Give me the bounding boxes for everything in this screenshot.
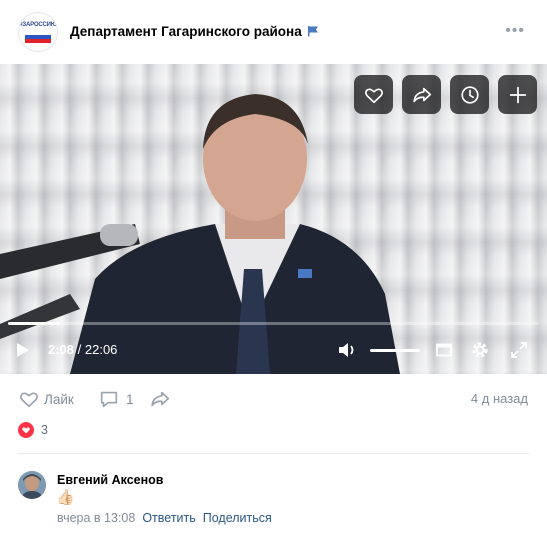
like-label: Лайк: [44, 391, 74, 407]
like-button[interactable]: Лайк: [18, 388, 74, 410]
likes-summary[interactable]: 3: [18, 422, 48, 438]
volume-slider[interactable]: [370, 349, 420, 352]
verified-flag-icon: [308, 26, 318, 37]
play-button[interactable]: [12, 340, 34, 360]
settings-button[interactable]: [468, 339, 492, 361]
time-separator: /: [74, 342, 85, 357]
miniplayer-button[interactable]: [434, 340, 454, 360]
heart-outline-icon: [20, 392, 38, 408]
current-time: 2:08: [48, 342, 75, 357]
watch-later-button[interactable]: [450, 75, 489, 114]
total-time: 22:06: [84, 342, 118, 357]
plus-icon: [509, 86, 526, 103]
likes-count: 3: [41, 423, 48, 437]
volume-icon: [339, 343, 354, 357]
like-video-button[interactable]: [354, 75, 393, 114]
group-name-link[interactable]: Департамент Гагаринского района: [70, 24, 302, 39]
avatar-text: #ЗАРОССИЮ: [19, 22, 57, 28]
like-reaction-icon: [18, 422, 34, 438]
progress-fill: [8, 322, 60, 325]
add-video-button[interactable]: [498, 75, 537, 114]
russian-flag-icon: [25, 31, 51, 43]
post-date[interactable]: 4 д назад: [471, 391, 528, 406]
share-icon: [412, 87, 431, 102]
share-comment-link[interactable]: Поделиться: [203, 511, 272, 525]
post-header: #ЗАРОССИЮ Департамент Гагаринского район…: [0, 0, 547, 64]
comment-meta: вчера в 13:08 Ответить Поделиться: [57, 511, 272, 525]
volume-button[interactable]: [336, 340, 360, 360]
gear-icon: [472, 342, 488, 358]
clock-icon: [460, 85, 479, 104]
fullscreen-button[interactable]: [508, 340, 530, 360]
comment-button[interactable]: 1: [98, 388, 134, 410]
fullscreen-icon: [511, 342, 527, 358]
avatar-photo: [18, 471, 46, 499]
miniplayer-icon: [436, 343, 452, 357]
play-icon: [17, 343, 29, 357]
post-actions: Лайк 1 4 д назад: [0, 374, 547, 424]
more-options-button[interactable]: •••: [505, 23, 525, 39]
share-button[interactable]: [149, 388, 171, 410]
reply-link[interactable]: Ответить: [142, 511, 195, 525]
share-video-button[interactable]: [402, 75, 441, 114]
comment-text: 👍🏻: [56, 489, 75, 506]
divider: [18, 453, 529, 454]
time-display: 2:08 / 22:06: [48, 342, 117, 357]
commenter-name[interactable]: Евгений Аксенов: [57, 473, 163, 487]
share-arrow-icon: [151, 391, 170, 407]
comments-count: 1: [126, 391, 134, 407]
commenter-avatar[interactable]: [18, 471, 46, 499]
comment-time[interactable]: вчера в 13:08: [57, 511, 135, 525]
video-player[interactable]: 2:08 / 22:06: [0, 64, 547, 374]
heart-icon: [364, 87, 383, 103]
group-avatar[interactable]: #ЗАРОССИЮ: [18, 12, 58, 52]
comment-icon: [100, 391, 118, 408]
post-card: #ЗАРОССИЮ Департамент Гагаринского район…: [0, 0, 547, 538]
progress-bar[interactable]: [8, 322, 539, 325]
